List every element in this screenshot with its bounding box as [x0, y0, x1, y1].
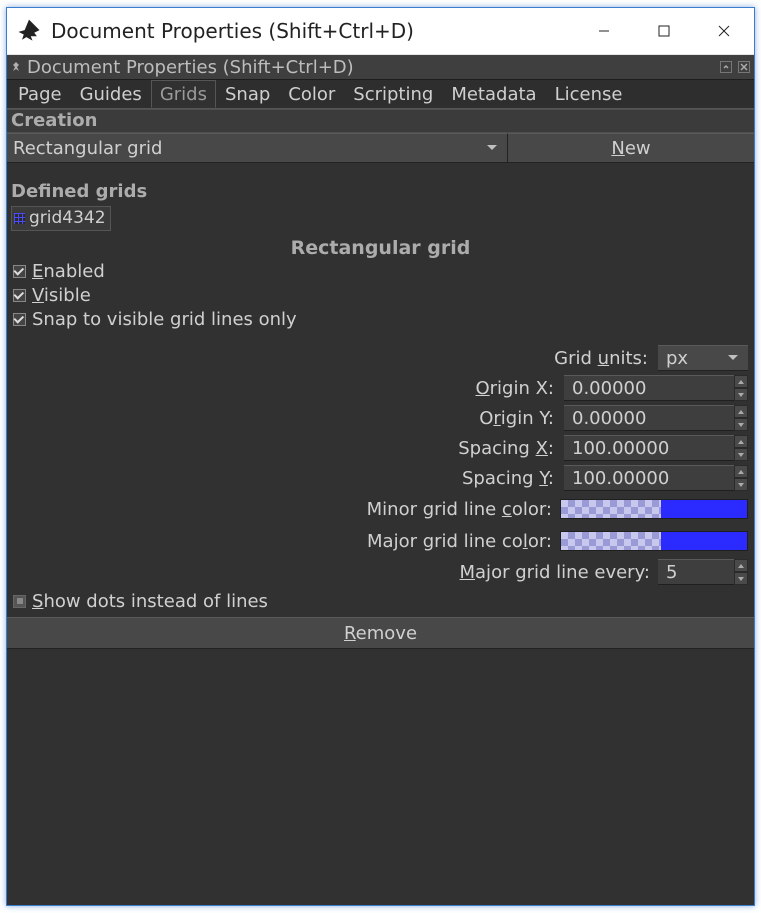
visible-checkbox[interactable] — [13, 289, 26, 302]
snap-visible-checkbox[interactable] — [13, 313, 26, 326]
spin-up-icon[interactable] — [734, 559, 748, 572]
spin-up-icon[interactable] — [734, 405, 748, 418]
remove-button[interactable]: Remove — [7, 617, 754, 649]
major-color-label: Major grid line color: — [367, 531, 552, 552]
origin-y-input[interactable]: 0.00000 — [564, 405, 748, 431]
enabled-label: Enabled — [32, 261, 105, 282]
major-every-label: Major grid line every: — [460, 562, 651, 583]
spacing-x-value: 100.00000 — [564, 435, 734, 461]
panel-header: Document Properties (Shift+Ctrl+D) — [7, 55, 754, 80]
grid-units-value: px — [666, 348, 688, 369]
tab-snap[interactable]: Snap — [216, 80, 279, 108]
panel-title: Document Properties (Shift+Ctrl+D) — [27, 57, 720, 78]
origin-y-label: Origin Y: — [479, 408, 554, 429]
new-grid-button[interactable]: New — [507, 133, 754, 163]
origin-y-value: 0.00000 — [564, 405, 734, 431]
creation-header: Creation — [7, 109, 754, 133]
grid-title: Rectangular grid — [7, 237, 754, 259]
panel-close-button[interactable] — [738, 61, 750, 73]
pin-icon — [9, 60, 23, 74]
show-dots-label: Show dots instead of lines — [32, 591, 268, 612]
color-solid-icon — [661, 500, 747, 518]
show-dots-checkbox[interactable] — [13, 595, 26, 608]
spin-up-icon[interactable] — [734, 465, 748, 478]
minor-color-swatch[interactable] — [560, 499, 748, 519]
visible-label: Visible — [32, 285, 91, 306]
origin-x-value: 0.00000 — [564, 375, 734, 401]
spacing-y-label: Spacing Y: — [462, 468, 554, 489]
window-title: Document Properties (Shift+Ctrl+D) — [51, 19, 574, 43]
origin-x-label: Origin X: — [475, 378, 554, 399]
close-button[interactable] — [694, 8, 754, 54]
grid-type-value: Rectangular grid — [13, 138, 162, 159]
major-color-swatch[interactable] — [560, 531, 748, 551]
grid-units-label: Grid units: — [554, 348, 648, 369]
dropdown-arrow-icon — [477, 144, 507, 152]
tab-grids[interactable]: Grids — [151, 80, 216, 108]
major-every-value: 5 — [658, 559, 734, 585]
spin-down-icon[interactable] — [734, 388, 748, 401]
origin-x-input[interactable]: 0.00000 — [564, 375, 748, 401]
spin-up-icon[interactable] — [734, 375, 748, 388]
defined-grids-header: Defined grids — [7, 163, 754, 204]
color-solid-icon — [661, 532, 747, 550]
spin-down-icon[interactable] — [734, 448, 748, 461]
grid-preview-icon — [14, 213, 25, 224]
tab-color[interactable]: Color — [279, 80, 344, 108]
spin-down-icon[interactable] — [734, 418, 748, 431]
window-frame: Document Properties (Shift+Ctrl+D) Docum… — [6, 7, 755, 906]
tab-scripting[interactable]: Scripting — [344, 80, 442, 108]
grid-type-combo[interactable]: Rectangular grid — [7, 133, 507, 163]
maximize-button[interactable] — [634, 8, 694, 54]
panel-undock-button[interactable] — [720, 61, 732, 73]
spin-down-icon[interactable] — [734, 478, 748, 491]
tab-bar: Page Guides Grids Snap Color Scripting M… — [7, 80, 754, 108]
spin-up-icon[interactable] — [734, 435, 748, 448]
tab-guides[interactable]: Guides — [71, 80, 151, 108]
tab-license[interactable]: License — [546, 80, 632, 108]
enabled-checkbox[interactable] — [13, 265, 26, 278]
major-every-input[interactable]: 5 — [658, 559, 748, 585]
dropdown-arrow-icon — [718, 354, 748, 362]
defined-grid-label: grid4342 — [29, 208, 106, 228]
spin-down-icon[interactable] — [734, 572, 748, 585]
spacing-x-label: Spacing X: — [458, 438, 554, 459]
tab-page[interactable]: Page — [9, 80, 71, 108]
spacing-y-input[interactable]: 100.00000 — [564, 465, 748, 491]
spacing-y-value: 100.00000 — [564, 465, 734, 491]
minor-color-label: Minor grid line color: — [367, 499, 552, 520]
color-checker-icon — [561, 500, 661, 518]
grid-units-combo[interactable]: px — [658, 345, 748, 371]
snap-visible-label: Snap to visible grid lines only — [32, 309, 297, 330]
tab-metadata[interactable]: Metadata — [442, 80, 545, 108]
spacing-x-input[interactable]: 100.00000 — [564, 435, 748, 461]
defined-grid-item[interactable]: grid4342 — [11, 206, 111, 231]
color-checker-icon — [561, 532, 661, 550]
inkscape-icon — [13, 15, 45, 47]
minimize-button[interactable] — [574, 8, 634, 54]
titlebar[interactable]: Document Properties (Shift+Ctrl+D) — [7, 8, 754, 55]
